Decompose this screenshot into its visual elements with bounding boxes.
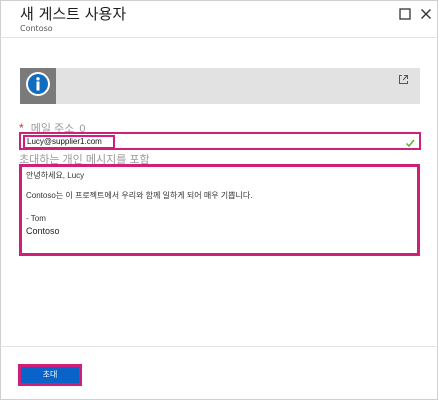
message-line: - Tom <box>26 214 46 223</box>
info-banner <box>20 68 420 104</box>
invite-button[interactable]: 초대 <box>18 364 82 386</box>
checkmark-icon <box>404 134 416 148</box>
maximize-button[interactable] <box>397 6 413 22</box>
external-link-button[interactable] <box>396 72 410 86</box>
close-button[interactable] <box>418 6 434 22</box>
personal-message-textarea[interactable]: 안녕하세요, Lucy Contoso는 이 프로젝트에서 우리와 함께 일하게… <box>19 164 420 256</box>
info-icon <box>25 71 51 101</box>
message-line: 안녕하세요, Lucy <box>26 171 85 180</box>
footer-divider <box>0 346 438 347</box>
message-line: Contoso는 이 프로젝트에서 우리와 함께 일하게 되어 매우 기쁩니다. <box>26 191 253 200</box>
close-icon <box>420 5 432 24</box>
email-input-value[interactable]: Lucy@supplier1.com <box>23 135 115 149</box>
maximize-icon <box>399 5 411 24</box>
header-divider <box>0 37 438 38</box>
message-line: Contoso <box>26 226 60 236</box>
dialog-title: 새 게스트 사용자 <box>20 5 127 23</box>
external-link-icon <box>398 70 409 89</box>
email-field[interactable]: Lucy@supplier1.com <box>19 132 421 150</box>
banner-icon-container <box>20 68 56 104</box>
dialog-subtitle: Contoso <box>20 24 53 33</box>
